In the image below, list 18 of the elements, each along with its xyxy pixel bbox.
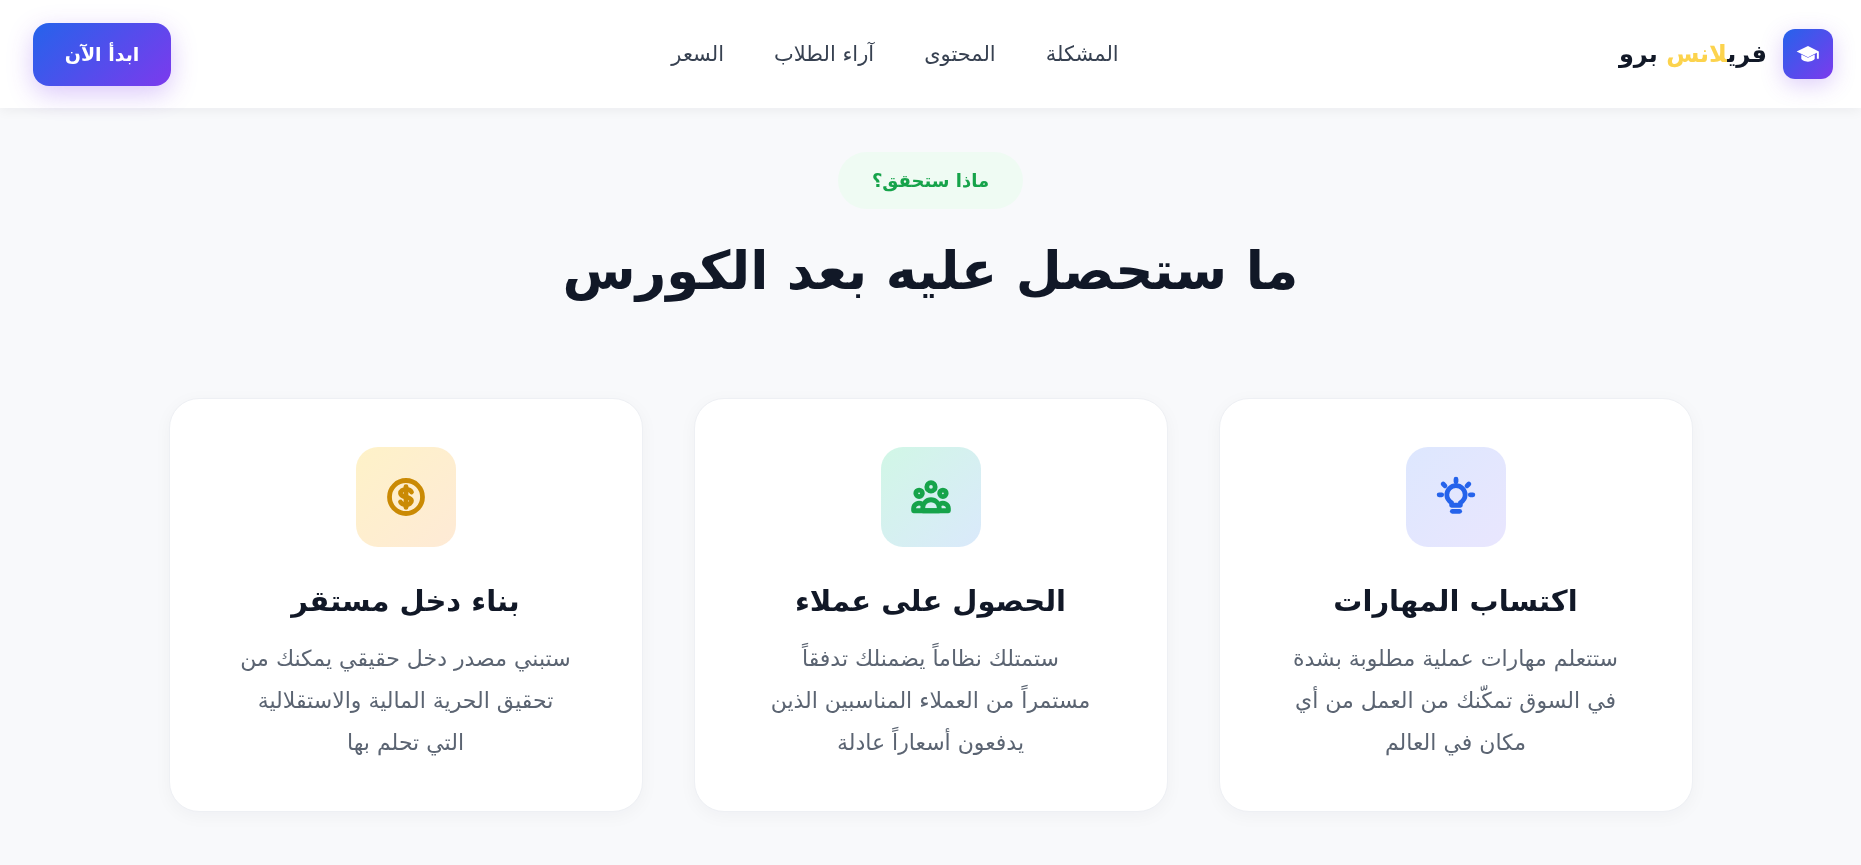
start-now-button[interactable]: ابدأ الآن [33, 22, 171, 86]
section-badge: ماذا ستحقق؟ [837, 152, 1024, 209]
nav-link[interactable]: المشكلة [1045, 42, 1119, 66]
card-description: ستتعلم مهارات عملية مطلوبة بشدة في السوق تمكّنك من العمل من أي مكان في العالم [1292, 645, 1619, 758]
card-description: ستمتلك نظاماً يضمنلك تدفقاً مستمراً من العملاء المناسبين الذين يدفعون أسعاراً عادلة [770, 638, 1091, 764]
card-title: الحصول على عملاء [795, 583, 1066, 620]
graduation-cap-icon [1783, 29, 1833, 79]
section-title: ما ستحصل عليه بعد الكورس [562, 239, 1299, 304]
nav-link[interactable]: السعر [671, 42, 724, 66]
card-description: ستبني مصدر دخل حقيقي يمكنك من تحقيق الحرية المالية والاستقلالية التي تحلم بها [240, 645, 571, 758]
card-title: اكتساب المهارات [1333, 583, 1578, 620]
dollar-coin-icon [355, 447, 456, 547]
nav-link[interactable]: آراء الطلاب [774, 42, 875, 66]
people-group-icon [880, 447, 981, 547]
lightbulb-icon [1405, 447, 1506, 547]
card-title: بناء دخل مستقر [291, 583, 520, 620]
brand-name: فريلانس برو [1618, 40, 1767, 68]
nav-link[interactable]: المحتوى [924, 42, 996, 66]
